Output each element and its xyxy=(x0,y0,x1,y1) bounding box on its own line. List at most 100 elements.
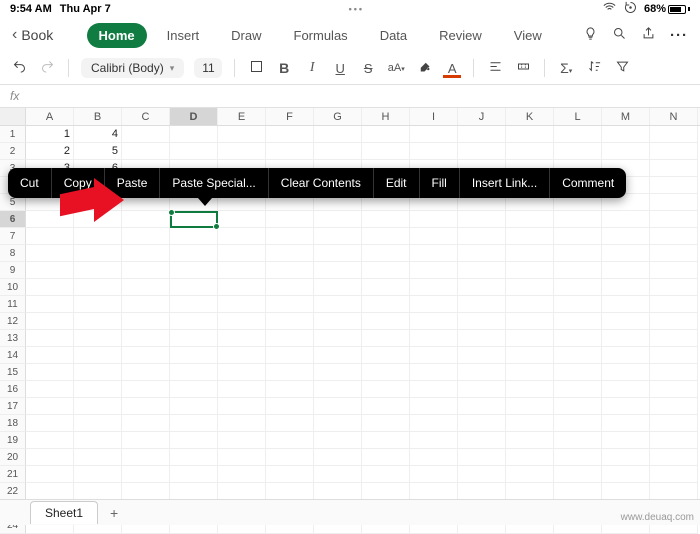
cell[interactable] xyxy=(26,279,74,296)
cell[interactable] xyxy=(554,330,602,347)
cell[interactable] xyxy=(266,432,314,449)
cell[interactable] xyxy=(602,364,650,381)
cell[interactable] xyxy=(602,330,650,347)
cell[interactable] xyxy=(122,449,170,466)
cell[interactable] xyxy=(362,449,410,466)
cell[interactable] xyxy=(458,347,506,364)
cell[interactable] xyxy=(602,466,650,483)
cell[interactable] xyxy=(458,415,506,432)
row-header[interactable]: 1 xyxy=(0,126,26,143)
cell[interactable] xyxy=(218,126,266,143)
select-all-corner[interactable] xyxy=(0,108,26,125)
cell[interactable] xyxy=(362,483,410,500)
cell-selection[interactable] xyxy=(170,211,218,228)
font-size-picker[interactable]: 11 xyxy=(194,58,222,78)
cell[interactable] xyxy=(26,228,74,245)
cell[interactable] xyxy=(458,364,506,381)
merge-icon[interactable] xyxy=(514,59,532,77)
cell[interactable] xyxy=(362,364,410,381)
cell[interactable] xyxy=(410,415,458,432)
cell[interactable] xyxy=(410,262,458,279)
filter-icon[interactable] xyxy=(613,59,631,77)
cell[interactable] xyxy=(554,466,602,483)
cell[interactable] xyxy=(602,211,650,228)
cell[interactable] xyxy=(602,143,650,160)
cell[interactable] xyxy=(74,330,122,347)
ctx-insert-link[interactable]: Insert Link... xyxy=(460,168,550,198)
cell[interactable] xyxy=(122,296,170,313)
cell[interactable] xyxy=(362,211,410,228)
cell[interactable] xyxy=(458,330,506,347)
cell[interactable] xyxy=(314,279,362,296)
cell[interactable] xyxy=(26,415,74,432)
cell[interactable] xyxy=(362,381,410,398)
cell[interactable] xyxy=(74,398,122,415)
cell[interactable] xyxy=(506,381,554,398)
cell[interactable] xyxy=(410,143,458,160)
cell[interactable] xyxy=(410,313,458,330)
cell[interactable] xyxy=(458,143,506,160)
cell[interactable] xyxy=(218,262,266,279)
cell[interactable] xyxy=(410,228,458,245)
cell[interactable] xyxy=(218,364,266,381)
cell[interactable] xyxy=(122,432,170,449)
cell[interactable] xyxy=(218,279,266,296)
cell[interactable] xyxy=(74,432,122,449)
cell[interactable]: 2 xyxy=(26,143,74,160)
cell[interactable] xyxy=(602,313,650,330)
cell[interactable] xyxy=(314,466,362,483)
bold-icon[interactable]: B xyxy=(275,60,293,76)
cell[interactable] xyxy=(410,381,458,398)
cell[interactable] xyxy=(506,296,554,313)
cell[interactable] xyxy=(218,415,266,432)
cell[interactable] xyxy=(170,262,218,279)
lightbulb-icon[interactable] xyxy=(583,26,598,45)
cell[interactable] xyxy=(170,483,218,500)
cell[interactable] xyxy=(314,330,362,347)
cell[interactable] xyxy=(554,228,602,245)
cell[interactable] xyxy=(314,381,362,398)
cell[interactable] xyxy=(314,211,362,228)
selection-handle-icon[interactable] xyxy=(168,209,175,216)
cell[interactable] xyxy=(122,126,170,143)
cell[interactable] xyxy=(122,364,170,381)
ctx-comment[interactable]: Comment xyxy=(550,168,626,198)
cell[interactable] xyxy=(458,211,506,228)
cell[interactable] xyxy=(314,143,362,160)
row-header[interactable]: 10 xyxy=(0,279,26,296)
cell[interactable] xyxy=(26,313,74,330)
cell[interactable] xyxy=(314,245,362,262)
cell[interactable] xyxy=(362,330,410,347)
cell[interactable] xyxy=(362,313,410,330)
cell[interactable] xyxy=(650,194,698,211)
cell[interactable] xyxy=(506,364,554,381)
cell[interactable] xyxy=(362,262,410,279)
col-header[interactable]: E xyxy=(218,108,266,125)
cell[interactable] xyxy=(266,245,314,262)
cell[interactable] xyxy=(554,313,602,330)
row-header[interactable]: 7 xyxy=(0,228,26,245)
cell[interactable] xyxy=(362,296,410,313)
cell[interactable] xyxy=(602,279,650,296)
cell[interactable] xyxy=(314,347,362,364)
cell[interactable] xyxy=(506,483,554,500)
cell[interactable] xyxy=(410,211,458,228)
ctx-edit[interactable]: Edit xyxy=(374,168,420,198)
cell[interactable] xyxy=(74,313,122,330)
tab-home[interactable]: Home xyxy=(87,23,147,48)
cell[interactable] xyxy=(650,398,698,415)
cell[interactable] xyxy=(506,313,554,330)
cell[interactable] xyxy=(458,432,506,449)
cell[interactable] xyxy=(170,279,218,296)
cell[interactable] xyxy=(554,449,602,466)
cell[interactable] xyxy=(506,228,554,245)
tab-draw[interactable]: Draw xyxy=(219,23,273,48)
cell[interactable] xyxy=(650,347,698,364)
font-picker[interactable]: Calibri (Body) ▾ xyxy=(81,58,184,78)
back-button[interactable]: ‹ Book xyxy=(8,26,57,44)
cell[interactable] xyxy=(170,466,218,483)
cell[interactable] xyxy=(26,381,74,398)
tab-data[interactable]: Data xyxy=(368,23,419,48)
row-header[interactable]: 18 xyxy=(0,415,26,432)
cell[interactable] xyxy=(314,432,362,449)
